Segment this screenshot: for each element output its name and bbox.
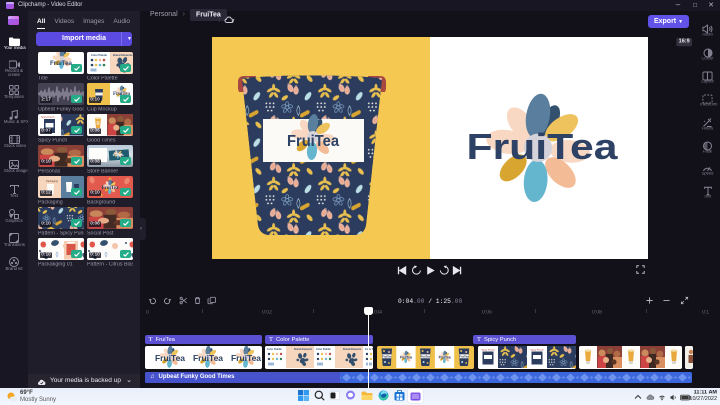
- svg-text:Spicy Punch: Spicy Punch: [41, 116, 55, 119]
- svg-text:FruiTea: FruiTea: [382, 355, 392, 359]
- svg-text:FruiTea: FruiTea: [400, 356, 412, 360]
- svg-text:FruiTea: FruiTea: [193, 353, 223, 363]
- svg-text:Spicy Punch: Spicy Punch: [481, 350, 495, 352]
- svg-text:Brand Elements: Brand Elements: [113, 53, 133, 57]
- svg-text:Color Palette: Color Palette: [91, 53, 108, 57]
- svg-text:FruiTea: FruiTea: [467, 126, 619, 167]
- svg-text:Brand Elements: Brand Elements: [294, 348, 313, 351]
- svg-text:FruiTea: FruiTea: [50, 60, 72, 67]
- svg-text:FruiTea: FruiTea: [231, 353, 261, 363]
- svg-text:FruiTea: FruiTea: [287, 133, 339, 150]
- svg-text:FruiTea: FruiTea: [101, 186, 119, 191]
- svg-text:Color Palette: Color Palette: [267, 348, 282, 351]
- svg-text:Packaging: Packaging: [46, 179, 59, 183]
- svg-text:FruiTea: FruiTea: [155, 353, 185, 363]
